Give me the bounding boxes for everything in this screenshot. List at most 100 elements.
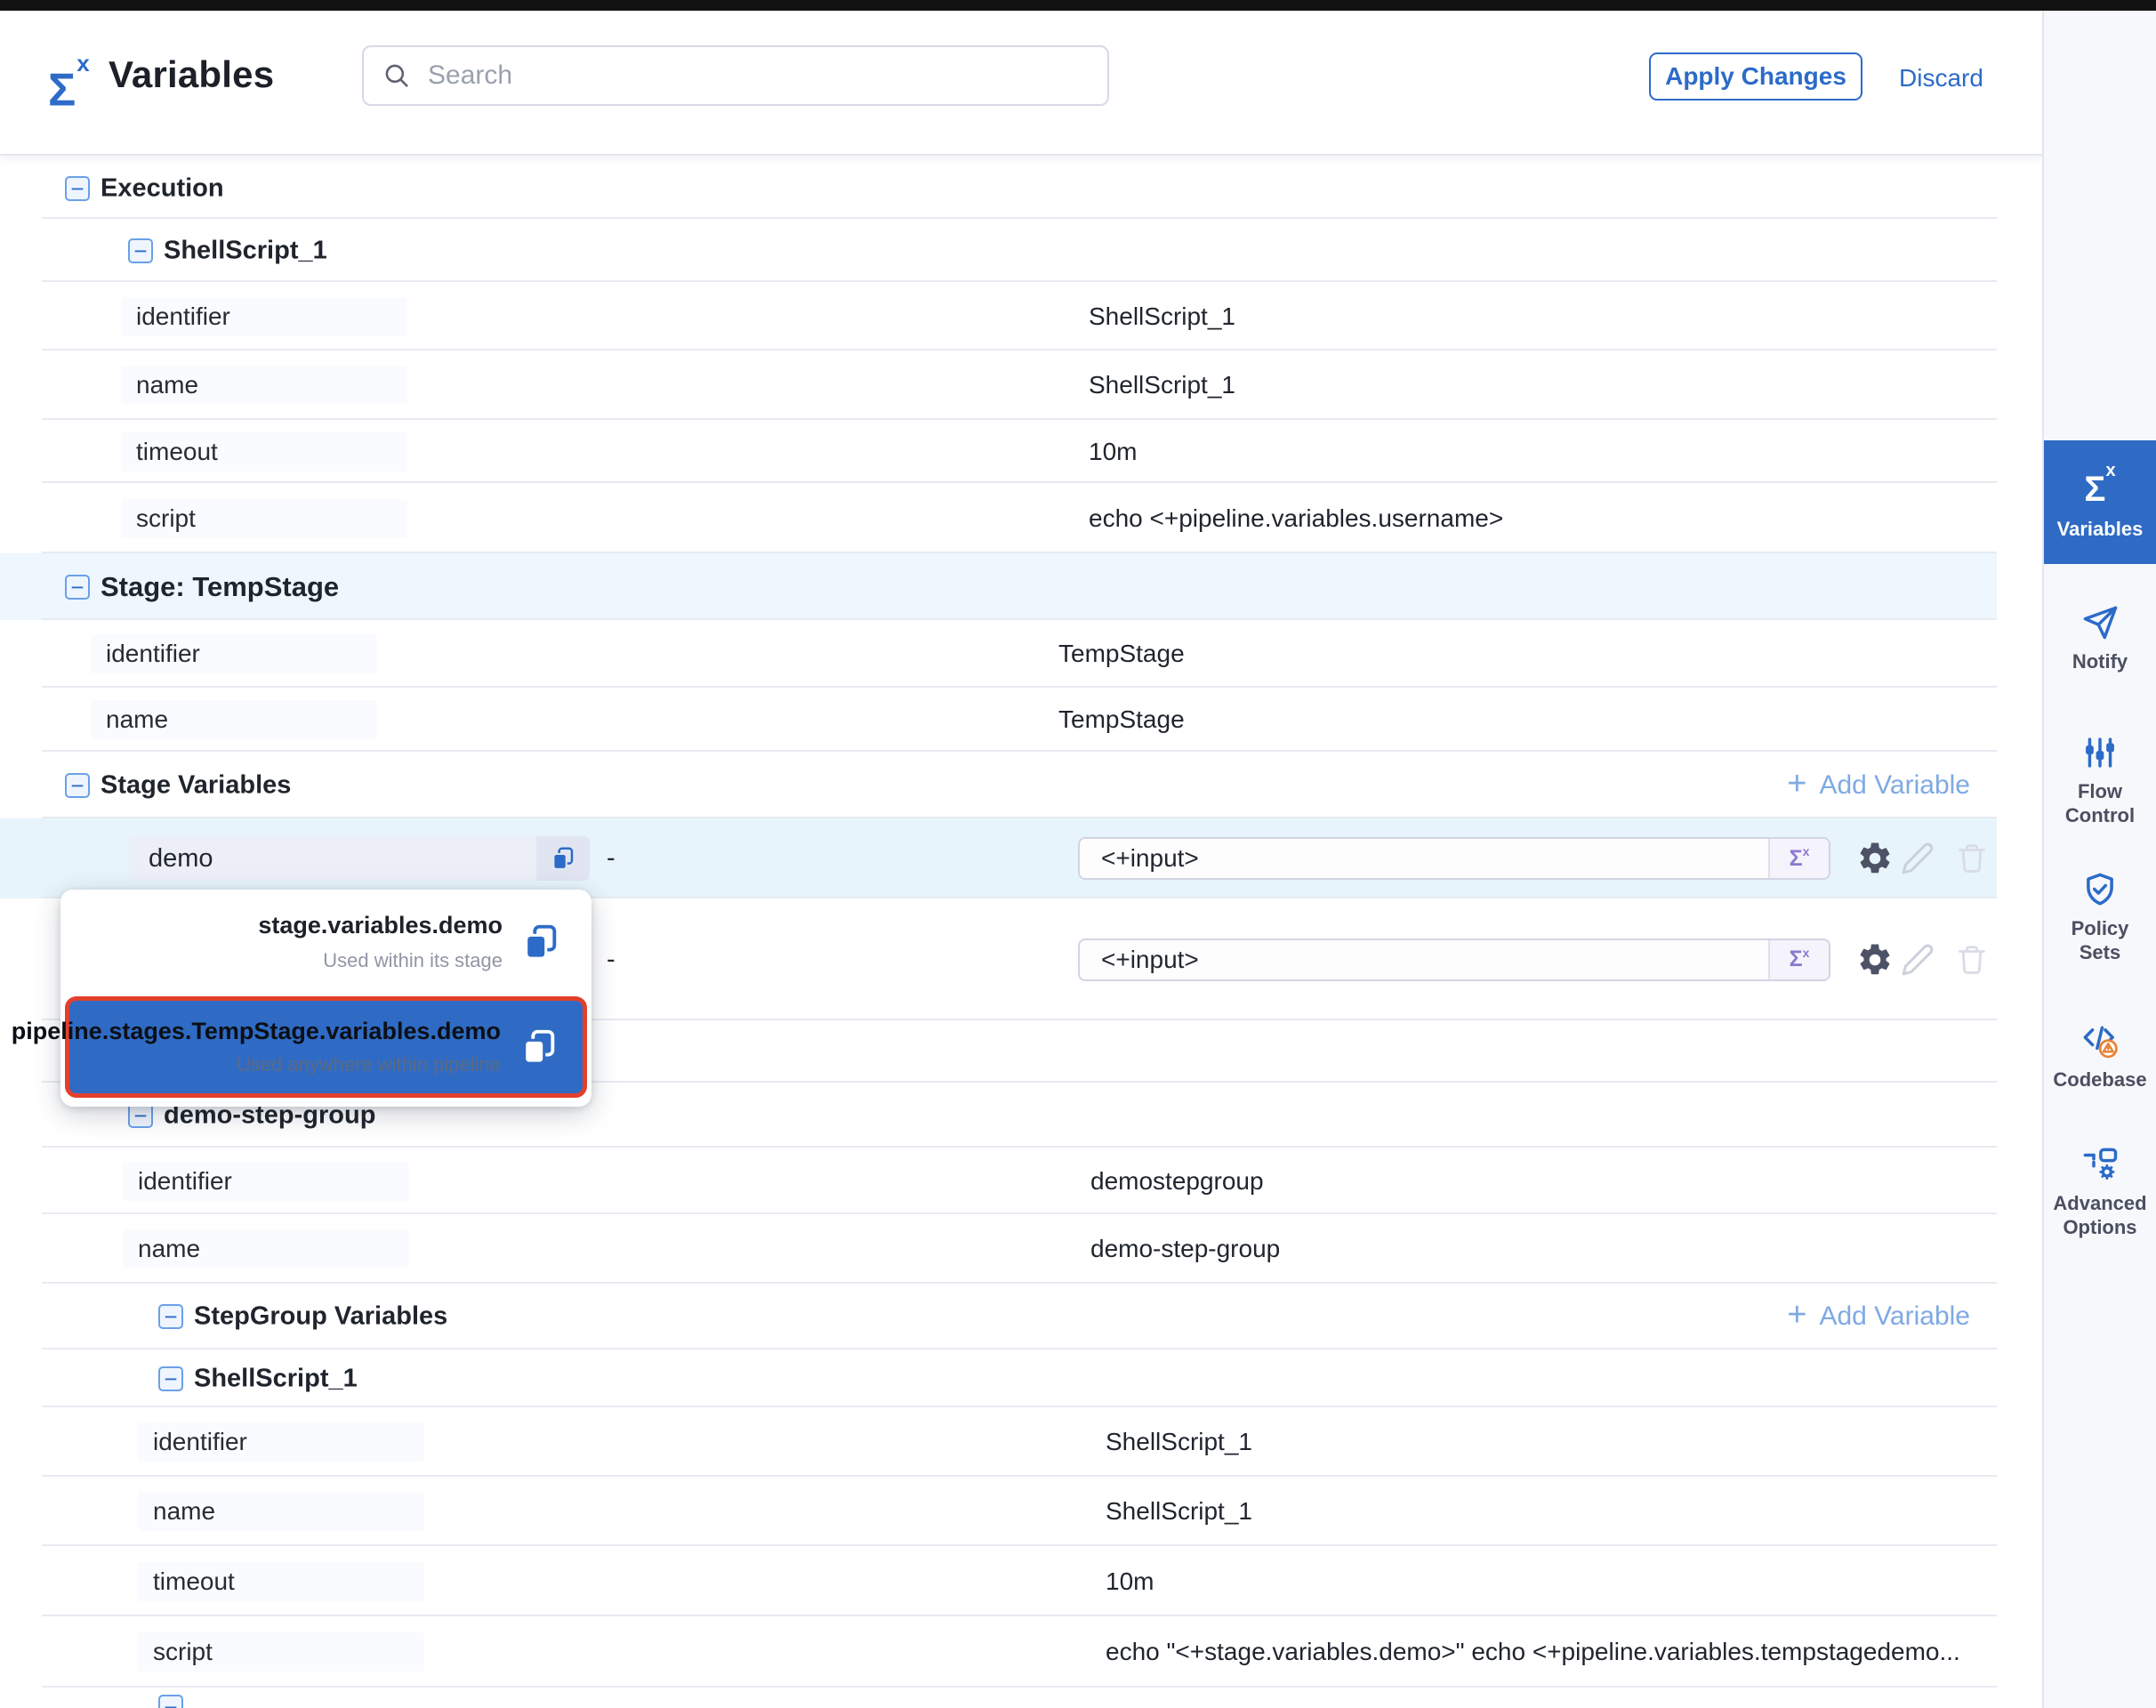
variable-path-popover: stage.variables.demoUsed within its stag… [60,890,591,1107]
field-value: echo <+pipeline.variables.username> [1089,504,1503,533]
field-row-name: name ShellScript_1 [0,1477,1997,1546]
search-icon [382,60,412,91]
section-label: StepGroup Variables [194,1302,447,1332]
copy-icon [519,1027,559,1068]
variable-name-field[interactable]: demo [129,836,590,881]
sidebar-item-label: Codebase [2053,1068,2146,1092]
section-label: Stage Variables [101,770,291,800]
sidebar-item-codebase[interactable]: Codebase [2044,1007,2156,1107]
variable-path-text: pipeline.stages.TempStage.variables.demo [12,1018,501,1045]
window-top-strip [0,0,2156,11]
trash-icon [1955,842,1989,875]
field-row-timeout: timeout10m [0,1546,1997,1616]
variable-row: demo - <+input>Σx [0,818,1997,898]
collapse-minus-icon[interactable]: − [158,1366,183,1391]
field-row-name: nameShellScript_1 [0,350,1997,420]
sidebar-item-label: Flow Control [2065,779,2135,827]
variable-path-option[interactable]: stage.variables.demoUsed within its stag… [60,890,591,995]
variable-description: - [607,844,615,874]
collapse-minus-icon[interactable]: − [65,176,90,201]
field-label: name [138,1492,424,1531]
sidebar-item-label: Variables [2057,517,2144,541]
variable-value: <+input> [1080,940,1768,979]
search-box[interactable] [362,45,1109,106]
variable-scope-text: Used anywhere within pipeline [237,1053,501,1076]
sidebar-item-label: Advanced Options [2053,1191,2146,1239]
gear-icon [1856,840,1894,877]
field-label: identifier [123,1162,409,1201]
section-label: Execution [101,173,224,203]
variable-path-option-selected[interactable]: pipeline.stages.TempStage.variables.demo… [65,996,587,1098]
copy-icon [550,845,576,872]
field-value: demostepgroup [1090,1167,1264,1196]
field-label: timeout [138,1562,424,1601]
field-row-identifier: identifier demostepgroup [0,1148,1997,1214]
collapse-minus-icon[interactable]: − [128,238,153,263]
copy-path-button[interactable] [519,1027,559,1068]
field-row-identifier: identifierShellScript_1 [0,282,1997,350]
field-value: echo "<+stage.variables.demo>" echo <+pi… [1106,1638,1960,1666]
field-value: 10m [1089,438,1137,466]
variable-name: demo [129,836,536,881]
field-value: TempStage [1058,705,1185,734]
tree-section-row: −ShellScript_1 [0,1349,1997,1407]
variable-settings-button[interactable] [1854,838,1895,879]
plus-icon: + [1787,767,1806,801]
variable-edit-button[interactable] [1897,838,1938,879]
variable-delete-button[interactable] [1951,939,1992,980]
sidebar-item-variables[interactable]: Σx Variables [2044,440,2156,564]
variable-value-input[interactable]: <+input>Σx [1078,939,1830,981]
field-value: ShellScript_1 [1106,1428,1252,1456]
sigma-x-icon: Σx [2084,470,2115,509]
collapse-minus-icon[interactable]: − [158,1304,183,1329]
field-row-timeout: timeout 10m [0,420,1997,483]
right-icon-rail: Σx Variables Notify Flow Control Policy S… [2042,11,2156,1708]
trash-icon [1955,943,1989,977]
field-value: demo-step-group [1090,1235,1280,1263]
page-title: Variables [109,53,274,96]
collapse-minus-icon[interactable]: − [65,575,90,600]
field-row-identifier: identifierShellScript_1 [0,1407,1997,1477]
add-variable-button[interactable]: +Add Variable [1787,769,1970,802]
variable-path-text: stage.variables.demo [258,912,503,939]
variable-delete-button[interactable] [1951,838,1992,879]
copy-variable-button[interactable] [536,836,590,881]
variable-settings-button[interactable] [1854,939,1895,980]
collapse-minus-icon[interactable]: − [65,773,90,798]
sidebar-item-advanced-options[interactable]: Advanced Options [2044,1132,2156,1253]
variables-group-header-row: −StepGroup Variables +Add Variable [0,1284,1997,1349]
field-label: script [138,1632,424,1672]
sidebar-item-flow-control[interactable]: Flow Control [2044,721,2156,839]
expression-sigma-chip[interactable]: Σx [1768,940,1829,979]
variable-value-input[interactable]: <+input>Σx [1078,837,1830,880]
expression-sigma-chip[interactable]: Σx [1768,839,1829,878]
codebase-code-icon [2081,1022,2119,1059]
field-row-script: script echo "<+stage.variables.demo>" ech… [0,1616,1997,1688]
variable-edit-button[interactable] [1897,939,1938,980]
sidebar-item-notify[interactable]: Notify [2044,590,2156,688]
section-label: ShellScript_1 [164,236,327,265]
advanced-options-icon [2081,1146,2119,1183]
variables-sigma-icon: Σx [48,50,107,112]
discard-button[interactable]: Discard [1899,62,1983,94]
copy-path-button[interactable] [520,922,561,963]
tree-section-row: −ShellScript_1 [0,219,1997,282]
sidebar-item-policy-sets[interactable]: Policy Sets [2044,858,2156,976]
field-label: timeout [121,432,407,471]
add-variable-button[interactable]: +Add Variable [1787,1300,1970,1333]
sidebar-item-label: Policy Sets [2072,916,2129,964]
field-label: script [121,499,407,538]
field-label: identifier [91,634,377,673]
panel-header: Σx Variables Apply Changes Discard [0,11,2042,156]
field-value: ShellScript_1 [1106,1497,1252,1526]
flow-control-sliders-icon [2081,734,2119,771]
plus-icon: + [1787,1298,1806,1332]
collapse-minus-icon[interactable]: − [158,1695,183,1708]
partially-visible-section-row: − [0,1688,1997,1708]
field-label: name [123,1229,409,1269]
variable-value: <+input> [1080,839,1768,878]
apply-changes-button[interactable]: Apply Changes [1649,52,1862,101]
search-input[interactable] [428,60,1090,91]
field-value: TempStage [1058,640,1185,668]
tree-section-row: −Execution [0,157,1997,219]
